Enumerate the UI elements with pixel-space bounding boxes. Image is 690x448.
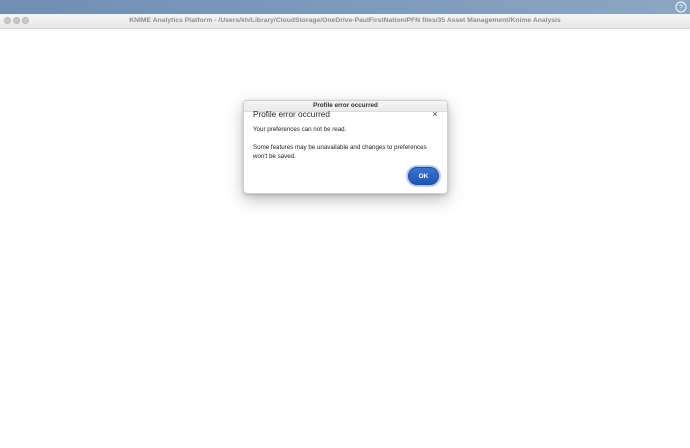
profile-error-dialog: Profile error occurred × Profile error o… [243, 100, 448, 194]
window-title: KNIME Analytics Platform - /Users/kh/Lib… [129, 17, 561, 24]
desktop-background: ? [0, 0, 690, 14]
app-window: KNIME Analytics Platform - /Users/kh/Lib… [0, 14, 690, 448]
dialog-message-read-error: Your preferences can not be read. [253, 126, 347, 133]
help-icon[interactable]: ? [675, 1, 687, 13]
ok-button[interactable]: OK [408, 167, 439, 185]
dialog-heading: Profile error occurred [253, 110, 330, 119]
close-icon[interactable]: × [430, 109, 440, 119]
window-titlebar[interactable]: KNIME Analytics Platform - /Users/kh/Lib… [0, 14, 690, 29]
dialog-message-features-warning: Some features may be unavailable and cha… [253, 144, 427, 160]
svg-text:?: ? [679, 4, 683, 11]
